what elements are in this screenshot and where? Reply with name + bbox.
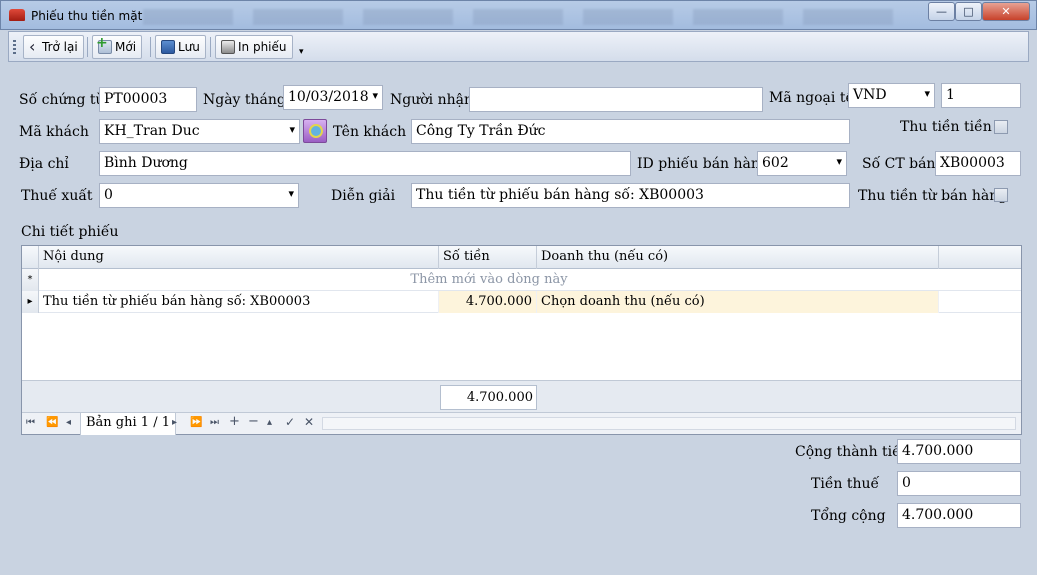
- confirm-record-icon[interactable]: ✓: [285, 415, 295, 429]
- customer-search-icon[interactable]: [303, 119, 327, 143]
- cong-thanh-tien-label: Cộng thành tiền: [795, 444, 910, 460]
- dia-chi-input[interactable]: Bình Dương: [99, 151, 631, 176]
- app-icon: [9, 9, 25, 21]
- section-title: Chi tiết phiếu: [21, 224, 119, 240]
- cell-so-tien[interactable]: 4.700.000: [439, 291, 537, 313]
- cell-noi-dung[interactable]: Thu tiền từ phiếu bán hàng số: XB00003: [39, 291, 439, 313]
- ma-ngoai-te-select[interactable]: VND: [848, 83, 935, 108]
- detail-grid: Nội dung Số tiền Doanh thu (nếu có) * Th…: [21, 245, 1022, 435]
- cancel-record-icon[interactable]: ✕: [304, 415, 314, 429]
- so-chung-tu-input[interactable]: PT00003: [99, 87, 197, 112]
- tong-cong-input[interactable]: 4.700.000: [897, 503, 1021, 528]
- thu-tien-tien-label: Thu tiền tiền: [900, 119, 992, 135]
- ma-ngoai-te-label: Mã ngoại tệ: [769, 90, 854, 106]
- thue-xuat-select[interactable]: 0: [99, 183, 299, 208]
- row-pointer-icon: ▸: [22, 291, 39, 313]
- column-header-noi-dung[interactable]: Nội dung: [39, 246, 439, 269]
- add-record-icon[interactable]: +: [229, 414, 240, 429]
- grid-summary-row: 4.700.000: [22, 380, 1021, 412]
- row-indicator-header: [22, 246, 39, 269]
- thu-tien-tu-ban-hang-checkbox[interactable]: [994, 188, 1008, 202]
- thue-xuat-label: Thuế xuất: [21, 188, 93, 204]
- dien-giai-label: Diễn giải: [331, 188, 396, 204]
- new-button-label: Mới: [115, 40, 137, 54]
- close-button[interactable]: ✕: [982, 2, 1030, 21]
- chevron-left-icon: ‹: [29, 37, 36, 56]
- window-title: Phiếu thu tiền mặt: [31, 9, 143, 23]
- toolbar-separator: [87, 37, 88, 57]
- horizontal-scrollbar[interactable]: [322, 417, 1016, 430]
- dien-giai-input[interactable]: Thu tiền từ phiếu bán hàng số: XB00003: [411, 183, 850, 208]
- record-navigator: ⏮ ⏪ ◂ Bản ghi 1 / 1 ▸ ⏩ ⏭ + − ▴ ✓ ✕: [22, 412, 1021, 435]
- background-toolbar-ghost: [143, 9, 903, 25]
- exchange-rate-input[interactable]: 1: [941, 83, 1021, 108]
- ten-khach-input[interactable]: Công Ty Trần Đức: [411, 119, 850, 144]
- toolbar-separator: [150, 37, 151, 57]
- new-row-hint[interactable]: Thêm mới vào dòng này: [39, 272, 939, 287]
- dia-chi-label: Địa chỉ: [19, 156, 69, 172]
- thu-tien-tien-checkbox[interactable]: [994, 120, 1008, 134]
- grid-header: Nội dung Số tiền Doanh thu (nếu có): [22, 246, 1021, 269]
- ma-khach-select[interactable]: KH_Tran Duc: [99, 119, 300, 144]
- title-bar: Phiếu thu tiền mặt — □ ✕: [0, 0, 1037, 30]
- ngay-thang-label: Ngày tháng: [203, 92, 286, 108]
- cell-doanh-thu[interactable]: Chọn doanh thu (nếu có): [537, 291, 939, 313]
- print-button-label: In phiếu: [238, 40, 287, 54]
- ten-khach-label: Tên khách: [333, 124, 407, 140]
- maximize-button[interactable]: □: [955, 2, 982, 21]
- printer-icon: [221, 40, 235, 54]
- toolbar-separator: [210, 37, 211, 57]
- save-button-label: Lưu: [178, 40, 200, 54]
- new-button[interactable]: Mới: [92, 35, 143, 59]
- save-button[interactable]: Lưu: [155, 35, 206, 59]
- table-row[interactable]: ▸ Thu tiền từ phiếu bán hàng số: XB00003…: [22, 291, 1021, 313]
- next-page-icon[interactable]: ⏩: [190, 417, 202, 428]
- tong-cong-label: Tổng cộng: [811, 508, 886, 524]
- id-phieu-ban-hang-label: ID phiếu bán hàng: [637, 156, 769, 172]
- ngay-thang-date-picker[interactable]: 10/03/2018: [283, 85, 383, 110]
- new-row[interactable]: * Thêm mới vào dòng này: [22, 269, 1021, 291]
- cong-thanh-tien-input[interactable]: 4.700.000: [897, 439, 1021, 464]
- back-button-label: Trở lại: [42, 40, 78, 54]
- last-record-icon[interactable]: ⏭: [210, 417, 219, 428]
- so-ct-ban-input[interactable]: XB00003: [935, 151, 1021, 176]
- sum-so-tien: 4.700.000: [440, 385, 537, 410]
- column-header-doanh-thu[interactable]: Doanh thu (nếu có): [537, 246, 939, 269]
- toolbar-grip[interactable]: [13, 40, 16, 56]
- back-button[interactable]: ‹ Trở lại: [23, 35, 84, 59]
- minimize-button[interactable]: —: [928, 2, 955, 21]
- ma-khach-label: Mã khách: [19, 124, 89, 140]
- save-icon: [161, 40, 175, 54]
- nguoi-nhan-label: Người nhận: [390, 92, 473, 108]
- tien-thue-label: Tiền thuế: [811, 476, 880, 492]
- nguoi-nhan-input[interactable]: [469, 87, 763, 112]
- prev-page-icon[interactable]: ⏪: [46, 417, 58, 428]
- prev-record-icon[interactable]: ◂: [66, 417, 71, 428]
- new-row-marker: *: [22, 269, 39, 291]
- id-phieu-ban-hang-select[interactable]: 602: [757, 151, 847, 176]
- next-record-icon[interactable]: ▸: [172, 417, 177, 428]
- thu-tien-tu-ban-hang-label: Thu tiền từ bán hàng: [858, 188, 1008, 204]
- toolbar: ‹ Trở lại Mới Lưu In phiếu ▾: [8, 31, 1029, 62]
- so-ct-ban-label: Số CT bán: [862, 156, 936, 172]
- so-chung-tu-label: Số chứng từ: [19, 92, 105, 108]
- add-document-icon: [96, 35, 112, 54]
- tien-thue-input[interactable]: 0: [897, 471, 1021, 496]
- column-header-so-tien[interactable]: Số tiền: [439, 246, 537, 269]
- print-button[interactable]: In phiếu: [215, 35, 293, 59]
- record-counter: Bản ghi 1 / 1: [80, 413, 176, 435]
- delete-record-icon[interactable]: −: [248, 414, 259, 429]
- edit-record-icon[interactable]: ▴: [267, 417, 272, 428]
- toolbar-overflow-icon[interactable]: ▾: [299, 47, 304, 57]
- first-record-icon[interactable]: ⏮: [26, 417, 35, 428]
